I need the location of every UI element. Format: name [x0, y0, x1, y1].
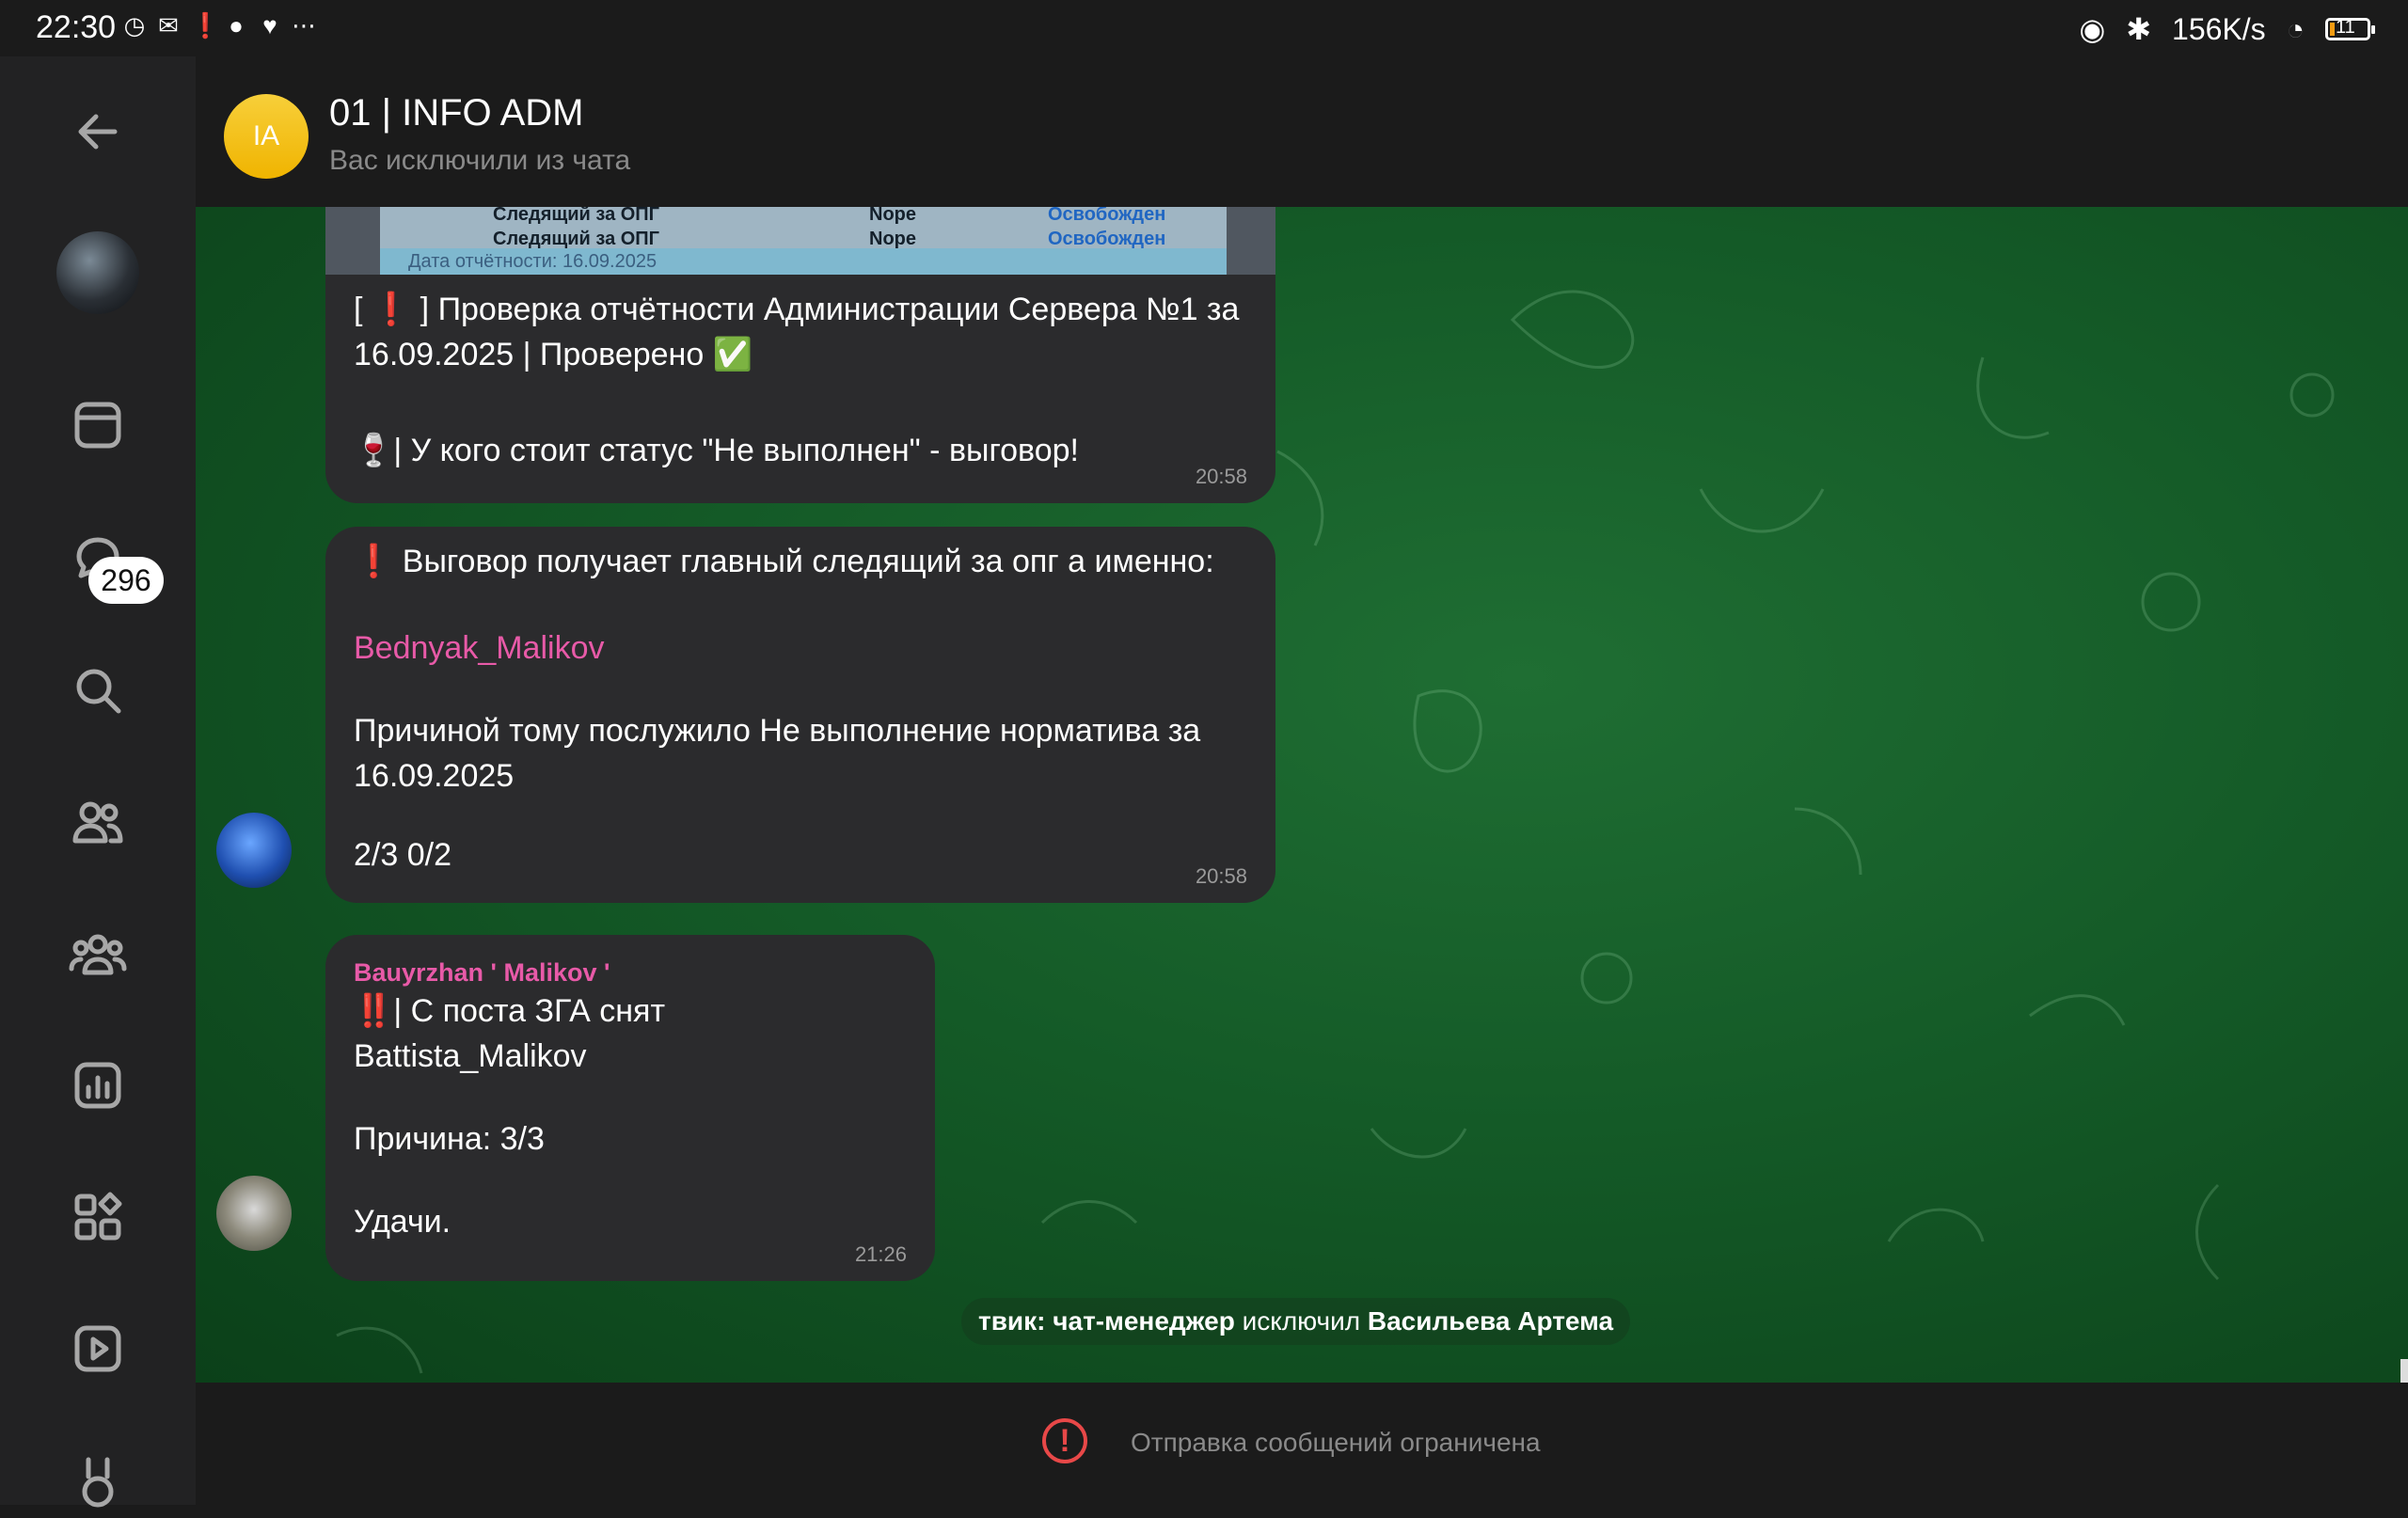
network-speed: 156K/s: [2172, 11, 2266, 46]
alert-icon: ❗: [190, 11, 221, 40]
message-text: 🍷| У кого стоит статус "Не выполнен" - в…: [354, 433, 1079, 468]
service-message: твик: чат-менеджер исключил Васильева Ар…: [961, 1298, 1631, 1345]
warning-icon: !: [1042, 1418, 1087, 1463]
report-table: Следящий за ОПГ Nope Освобожден Следящий…: [380, 207, 1227, 275]
message-bubble[interactable]: Следящий за ОПГ Nope Освобожден Следящий…: [325, 207, 1275, 503]
user-mention[interactable]: Bednyak_Malikov: [354, 626, 604, 672]
notification-icons: ◷ ✉ ❗ ● ♥ ⋯: [122, 13, 316, 38]
archive-icon[interactable]: [60, 387, 135, 463]
message-text: ‼️| С поста ЗГА снят: [354, 993, 666, 1029]
table-cell: Nope: [869, 207, 916, 225]
clock-time: 22:30: [36, 9, 117, 45]
sidebar: 296: [0, 56, 196, 1508]
message-text: Причиной тому послужило Не выполнение но…: [354, 713, 1201, 794]
video-icon[interactable]: [60, 1311, 135, 1386]
status-bar: 22:30 ◷ ✉ ❗ ● ♥ ⋯ ◉ ✱ 156K/s ◔ 11: [0, 0, 2408, 56]
message-text: 2/3 0/2: [354, 837, 452, 873]
table-caption: Дата отчётности: 16.09.2025: [408, 251, 657, 272]
heart-icon: ♥: [262, 11, 277, 40]
stats-icon[interactable]: [60, 1048, 135, 1123]
bluetooth-icon: ✱: [2126, 12, 2152, 46]
message-list[interactable]: Следящий за ОПГ Nope Освобожден Следящий…: [196, 207, 2408, 1383]
sender-name[interactable]: Bauyrzhan ' Malikov ': [354, 956, 610, 991]
composer-restricted: ! Отправка сообщений ограничена: [196, 1383, 2408, 1505]
message-text: Battista_Malikov: [354, 1038, 587, 1074]
bunny-icon[interactable]: [60, 1443, 135, 1518]
wifi-icon: ◔: [2286, 11, 2305, 46]
contacts-icon[interactable]: [60, 784, 135, 860]
apps-icon[interactable]: [60, 1179, 135, 1255]
sender-avatar[interactable]: [216, 813, 292, 888]
eye-icon: ◉: [2079, 12, 2106, 46]
chat-status: Вас исключили из чата: [329, 145, 631, 176]
scrollbar[interactable]: [2400, 1359, 2408, 1383]
service-action: исключил: [1242, 1306, 1361, 1336]
message-bubble[interactable]: Bauyrzhan ' Malikov ' ‼️| С поста ЗГА сн…: [325, 935, 935, 1281]
clock-icon: ◷: [123, 11, 146, 40]
restriction-notice: Отправка сообщений ограничена: [1131, 1428, 1541, 1457]
system-indicators: ◉ ✱ 156K/s ◔ 11: [2079, 11, 2375, 47]
more-icon: ⋯: [292, 11, 316, 40]
message-time: 20:58: [1195, 465, 1247, 489]
table-cell: Следящий за ОПГ: [493, 207, 660, 225]
chat-title[interactable]: 01 | INFO ADM: [329, 92, 583, 134]
unread-badge: 296: [88, 557, 164, 604]
message-text: Удачи.: [354, 1204, 452, 1240]
service-target[interactable]: Васильева Артема: [1368, 1306, 1613, 1336]
battery-level: 11: [2336, 17, 2355, 38]
groups-icon[interactable]: [60, 916, 135, 991]
chat-icon: ●: [229, 11, 244, 40]
battery-icon: 11: [2325, 17, 2375, 40]
back-icon[interactable]: [60, 94, 135, 169]
service-actor[interactable]: твик: чат-менеджер: [978, 1306, 1235, 1336]
message-time: 21:26: [854, 1242, 907, 1267]
message-bubble[interactable]: ❗ Выговор получает главный следящий за о…: [325, 527, 1275, 903]
mail-icon: ✉: [158, 11, 179, 40]
message-text: ❗ Выговор получает главный следящий за о…: [354, 544, 1214, 579]
message-text: [ ❗ ] Проверка отчётности Администрации …: [354, 292, 1240, 372]
message-text: Причина: 3/3: [354, 1121, 545, 1157]
chat-header[interactable]: IA 01 | INFO ADM Вас исключили из чата: [196, 56, 2408, 207]
sender-avatar[interactable]: [216, 1176, 292, 1251]
table-cell: Освобожден: [1048, 207, 1166, 225]
search-icon[interactable]: [60, 653, 135, 728]
chat-avatar[interactable]: IA: [224, 94, 309, 179]
message-time: 20:58: [1195, 864, 1247, 889]
report-image[interactable]: Следящий за ОПГ Nope Освобожден Следящий…: [325, 207, 1275, 275]
avatar[interactable]: [56, 231, 139, 314]
